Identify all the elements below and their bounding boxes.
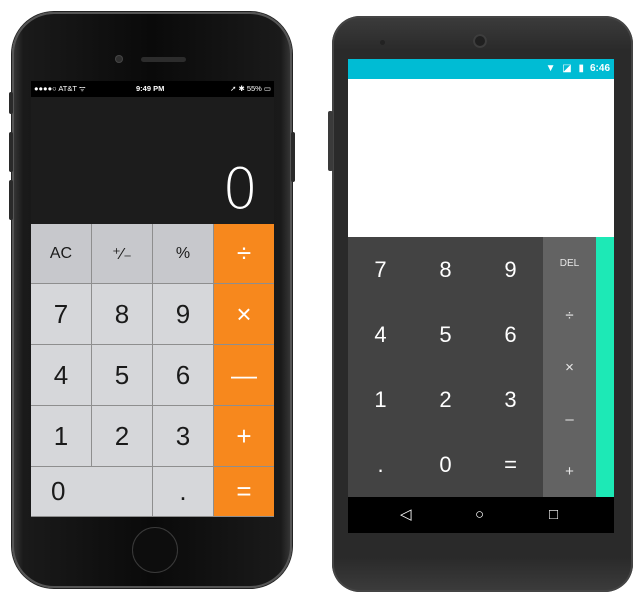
ios-key-operator[interactable]: ÷ <box>214 224 274 284</box>
android-operator-button[interactable]: – <box>543 393 596 445</box>
android-key-button[interactable]: 9 <box>478 237 543 302</box>
front-camera <box>473 34 487 48</box>
android-key-button[interactable]: 5 <box>413 302 478 367</box>
ios-key-button[interactable]: 5 <box>92 345 153 406</box>
android-screen: ▼ ◪ ▮ 6:46 7 8 9 4 5 6 1 2 3. 0 = DEL ÷ × – + ◁ ○ □ <box>348 59 614 533</box>
home-button[interactable] <box>132 527 178 573</box>
android-key-button[interactable]: 1 <box>348 367 413 432</box>
ios-keypad: AC ⁺∕₋% ÷ 7 8 9 × 4 5 6— 1 2 3 +0. = <box>31 224 274 517</box>
ios-key-operator[interactable]: × <box>214 284 274 345</box>
android-key-button[interactable]: 7 <box>348 237 413 302</box>
ios-key-button[interactable]: 4 <box>31 345 92 406</box>
android-operator-button[interactable]: ÷ <box>543 289 596 341</box>
android-operator-button[interactable]: × <box>543 341 596 393</box>
android-status-bar: ▼ ◪ ▮ 6:46 <box>348 59 614 79</box>
advanced-panel-handle[interactable] <box>596 237 614 497</box>
status-icons: ▼ ◪ ▮ <box>545 63 586 74</box>
ios-calc-display: 0 <box>31 97 274 224</box>
ios-key-button[interactable]: AC <box>31 224 92 284</box>
android-key-button[interactable]: 4 <box>348 302 413 367</box>
recents-icon[interactable]: □ <box>549 505 558 525</box>
proximity-sensor <box>380 40 385 45</box>
android-key-button[interactable]: . <box>348 432 413 497</box>
volume-up-button <box>9 132 13 172</box>
home-icon[interactable]: ○ <box>475 505 484 525</box>
android-key-button[interactable]: 3 <box>478 367 543 432</box>
ios-key-button[interactable]: . <box>153 467 214 517</box>
android-operator-pad: DEL ÷ × – + <box>543 237 596 497</box>
android-number-pad: 7 8 9 4 5 6 1 2 3. 0 = <box>348 237 543 497</box>
android-device: ▼ ◪ ▮ 6:46 7 8 9 4 5 6 1 2 3. 0 = DEL ÷ × – + ◁ ○ □ <box>328 16 633 592</box>
ios-key-button[interactable]: 3 <box>153 406 214 467</box>
ios-key-button[interactable]: ⁺∕₋ <box>92 224 153 284</box>
ios-key-operator[interactable]: = <box>214 467 274 517</box>
android-key-button[interactable]: = <box>478 432 543 497</box>
android-key-button[interactable]: 0 <box>413 432 478 497</box>
mute-switch <box>9 92 13 114</box>
back-icon[interactable]: ◁ <box>400 505 412 525</box>
ios-key-button[interactable]: 8 <box>92 284 153 345</box>
iphone-device: ●●●●○ AT&T ᯤ 9:49 PM ➚ ✱ 55% ▭ 0 AC ⁺∕₋% ÷… <box>9 12 295 588</box>
ios-key-button[interactable]: 1 <box>31 406 92 467</box>
android-nav-bar: ◁ ○ □ <box>348 497 614 533</box>
ios-key-operator[interactable]: — <box>214 345 274 406</box>
android-operator-button[interactable]: + <box>543 445 596 497</box>
android-key-button[interactable]: 8 <box>413 237 478 302</box>
ios-screen: ●●●●○ AT&T ᯤ 9:49 PM ➚ ✱ 55% ▭ 0 AC ⁺∕₋% ÷… <box>31 81 274 517</box>
volume-button <box>328 111 333 171</box>
volume-down-button <box>9 180 13 220</box>
power-button <box>291 132 295 182</box>
android-key-button[interactable]: 2 <box>413 367 478 432</box>
front-camera <box>115 55 123 63</box>
ios-key-button[interactable]: 2 <box>92 406 153 467</box>
android-calc-display <box>348 79 614 237</box>
delete-button[interactable]: DEL <box>543 237 596 289</box>
ios-key-button[interactable]: 0 <box>31 467 153 517</box>
earpiece-speaker <box>141 57 186 62</box>
display-value: 0 <box>222 157 258 222</box>
ios-key-button[interactable]: 7 <box>31 284 92 345</box>
ios-key-button[interactable]: % <box>153 224 214 284</box>
ios-key-button[interactable]: 6 <box>153 345 214 406</box>
carrier-signal: ●●●●○ AT&T ᯤ <box>34 84 86 93</box>
status-time: 9:49 PM <box>136 84 165 93</box>
ios-key-operator[interactable]: + <box>214 406 274 467</box>
ios-key-button[interactable]: 9 <box>153 284 214 345</box>
status-battery: ➚ ✱ 55% ▭ <box>230 84 271 93</box>
status-time: 6:46 <box>589 63 610 74</box>
ios-status-bar: ●●●●○ AT&T ᯤ 9:49 PM ➚ ✱ 55% ▭ <box>31 81 274 97</box>
android-key-button[interactable]: 6 <box>478 302 543 367</box>
